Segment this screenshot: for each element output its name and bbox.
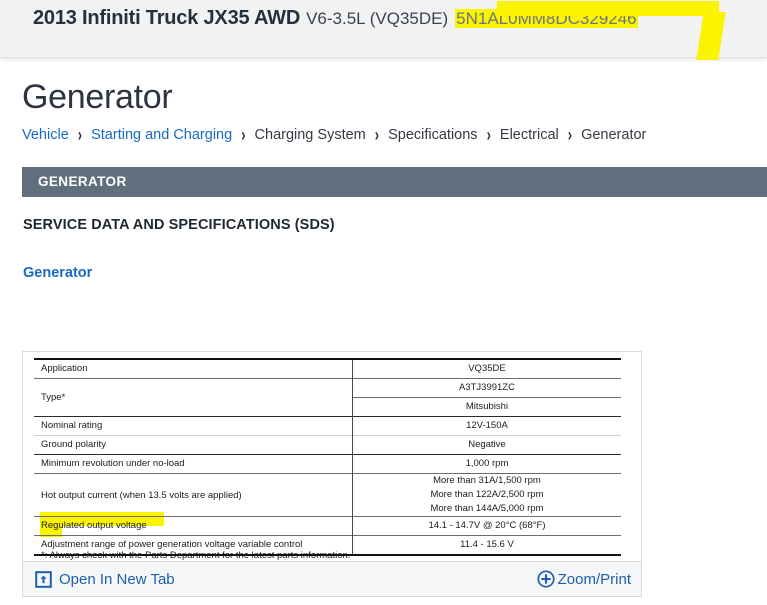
section-banner-generator: GENERATOR bbox=[22, 167, 767, 197]
vehicle-header-bar: 2013 Infiniti Truck JX35 AWD V6-3.5L (VQ3… bbox=[0, 0, 767, 58]
table-bottom-rule bbox=[34, 555, 621, 556]
spec-value-application: VQ35DE bbox=[352, 359, 621, 379]
spec-label-nominal-rating: Nominal rating bbox=[34, 417, 352, 436]
breadcrumb-item-specifications[interactable]: Specifications bbox=[388, 127, 477, 143]
table-row: Hot output current (when 13.5 volts are … bbox=[34, 474, 621, 517]
breadcrumb-item-generator: Generator bbox=[581, 127, 646, 143]
generator-link[interactable]: Generator bbox=[23, 265, 92, 281]
hot-output-value-3: More than 144A/5,000 rpm bbox=[353, 502, 621, 516]
vehicle-engine: V6-3.5L (VQ35DE) bbox=[306, 9, 448, 28]
chevron-right-icon: › bbox=[487, 122, 491, 148]
chevron-right-icon: › bbox=[78, 122, 82, 148]
table-row: Adjustment range of power generation vol… bbox=[34, 536, 621, 556]
table-row: Ground polarity Negative bbox=[34, 436, 621, 455]
hot-output-value-1: More than 31A/1,500 rpm bbox=[353, 474, 621, 488]
breadcrumb: Vehicle›Starting and Charging›Charging S… bbox=[22, 126, 646, 144]
breadcrumb-item-electrical[interactable]: Electrical bbox=[500, 127, 559, 143]
spec-label-application: Application bbox=[34, 359, 352, 379]
spec-label-hot-output-current: Hot output current (when 13.5 volts are … bbox=[34, 474, 352, 517]
table-row: Nominal rating 12V-150A bbox=[34, 417, 621, 436]
vehicle-vin: 5N1AL0MM8DC329246 bbox=[455, 9, 638, 28]
table-row: Minimum revolution under no-load 1,000 r… bbox=[34, 455, 621, 474]
spec-value-minimum-revolution: 1,000 rpm bbox=[352, 455, 621, 474]
spec-label-type: Type* bbox=[34, 379, 352, 417]
breadcrumb-item-charging-system[interactable]: Charging System bbox=[255, 127, 366, 143]
open-in-new-tab-label: Open In New Tab bbox=[59, 571, 175, 588]
breadcrumb-item-vehicle[interactable]: Vehicle bbox=[22, 127, 69, 143]
vehicle-name: 2013 Infiniti Truck JX35 AWD bbox=[33, 7, 300, 29]
spec-value-type-model: A3TJ3991ZC bbox=[352, 379, 621, 398]
page-title: Generator bbox=[22, 78, 172, 117]
table-row: Regulated output voltage 14.1 - 14.7V @ … bbox=[34, 517, 621, 536]
spec-value-nominal-rating: 12V-150A bbox=[352, 417, 621, 436]
chevron-right-icon: › bbox=[375, 122, 379, 148]
zoom-print-label: Zoom/Print bbox=[558, 571, 631, 588]
document-card: Application VQ35DE Type* A3TJ3991ZC Mits… bbox=[22, 351, 642, 597]
open-in-new-tab-button[interactable]: Open In New Tab bbox=[35, 562, 175, 596]
table-row: Application VQ35DE bbox=[34, 359, 621, 379]
zoom-print-button[interactable]: Zoom/Print bbox=[537, 562, 631, 596]
spec-label-adjustment-range: Adjustment range of power generation vol… bbox=[34, 536, 352, 556]
sds-heading: SERVICE DATA AND SPECIFICATIONS (SDS) bbox=[23, 217, 335, 233]
breadcrumb-item-starting-and-charging[interactable]: Starting and Charging bbox=[91, 127, 232, 143]
card-footer: Open In New Tab Zoom/Print bbox=[23, 561, 641, 596]
table-rule-cell bbox=[34, 555, 352, 556]
spec-value-ground-polarity: Negative bbox=[352, 436, 621, 455]
spec-label-ground-polarity: Ground polarity bbox=[34, 436, 352, 455]
generator-spec-table: Application VQ35DE Type* A3TJ3991ZC Mits… bbox=[34, 358, 621, 556]
spec-value-adjustment-range: 11.4 - 15.6 V bbox=[352, 536, 621, 556]
spec-value-regulated-output-voltage: 14.1 - 14.7V @ 20°C (68°F) bbox=[352, 517, 621, 536]
vehicle-title-row: 2013 Infiniti Truck JX35 AWD V6-3.5L (VQ3… bbox=[33, 7, 638, 30]
spec-label-minimum-revolution: Minimum revolution under no-load bbox=[34, 455, 352, 474]
spec-value-hot-output-current: More than 31A/1,500 rpm More than 122A/2… bbox=[352, 474, 621, 517]
plus-circle-icon bbox=[537, 570, 555, 588]
spec-value-type-manufacturer: Mitsubishi bbox=[352, 398, 621, 417]
chevron-right-icon: › bbox=[241, 122, 245, 148]
table-rule-cell bbox=[352, 555, 621, 556]
chevron-right-icon: › bbox=[568, 122, 572, 148]
spec-label-regulated-output-voltage: Regulated output voltage bbox=[34, 517, 352, 536]
hot-output-value-2: More than 122A/2,500 rpm bbox=[353, 488, 621, 502]
external-link-icon bbox=[35, 571, 52, 588]
table-row: Type* A3TJ3991ZC bbox=[34, 379, 621, 398]
